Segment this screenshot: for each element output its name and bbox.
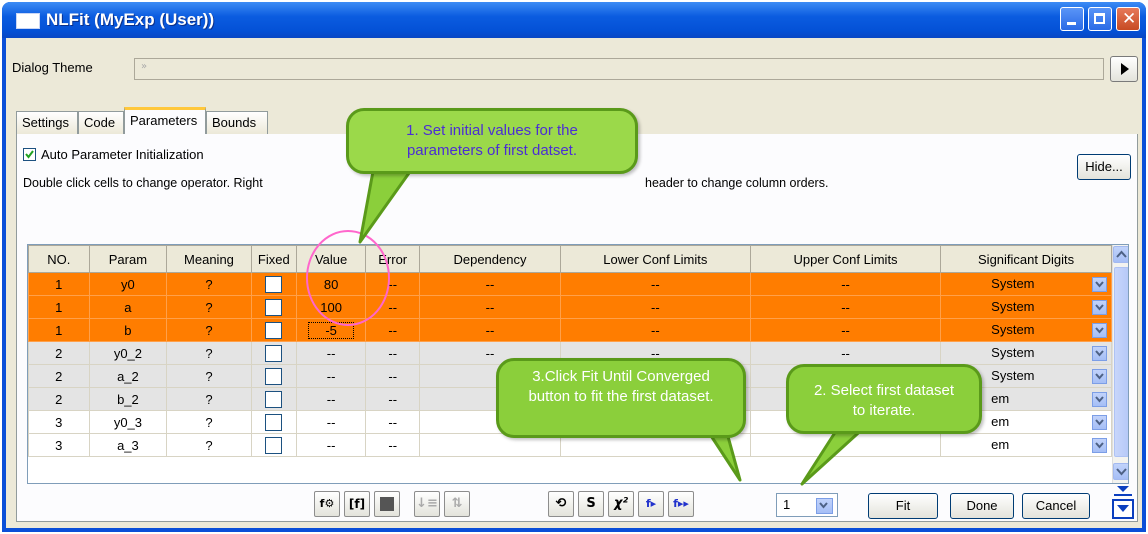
callout-one-pointer (358, 164, 416, 244)
callout-step-one: 1. Set initial values for the parameters… (346, 108, 638, 174)
nlfit-dialog: NLFit (MyExp (User)) ✕ Dialog Theme » Se… (2, 2, 1146, 532)
annotation-overlay (306, 164, 890, 486)
callout-step-three: 3.Click Fit Until Converged button to fi… (496, 358, 746, 438)
callout-step-two: 2. Select first dataset to iterate. (786, 364, 982, 434)
value-highlight-ring (306, 230, 390, 326)
